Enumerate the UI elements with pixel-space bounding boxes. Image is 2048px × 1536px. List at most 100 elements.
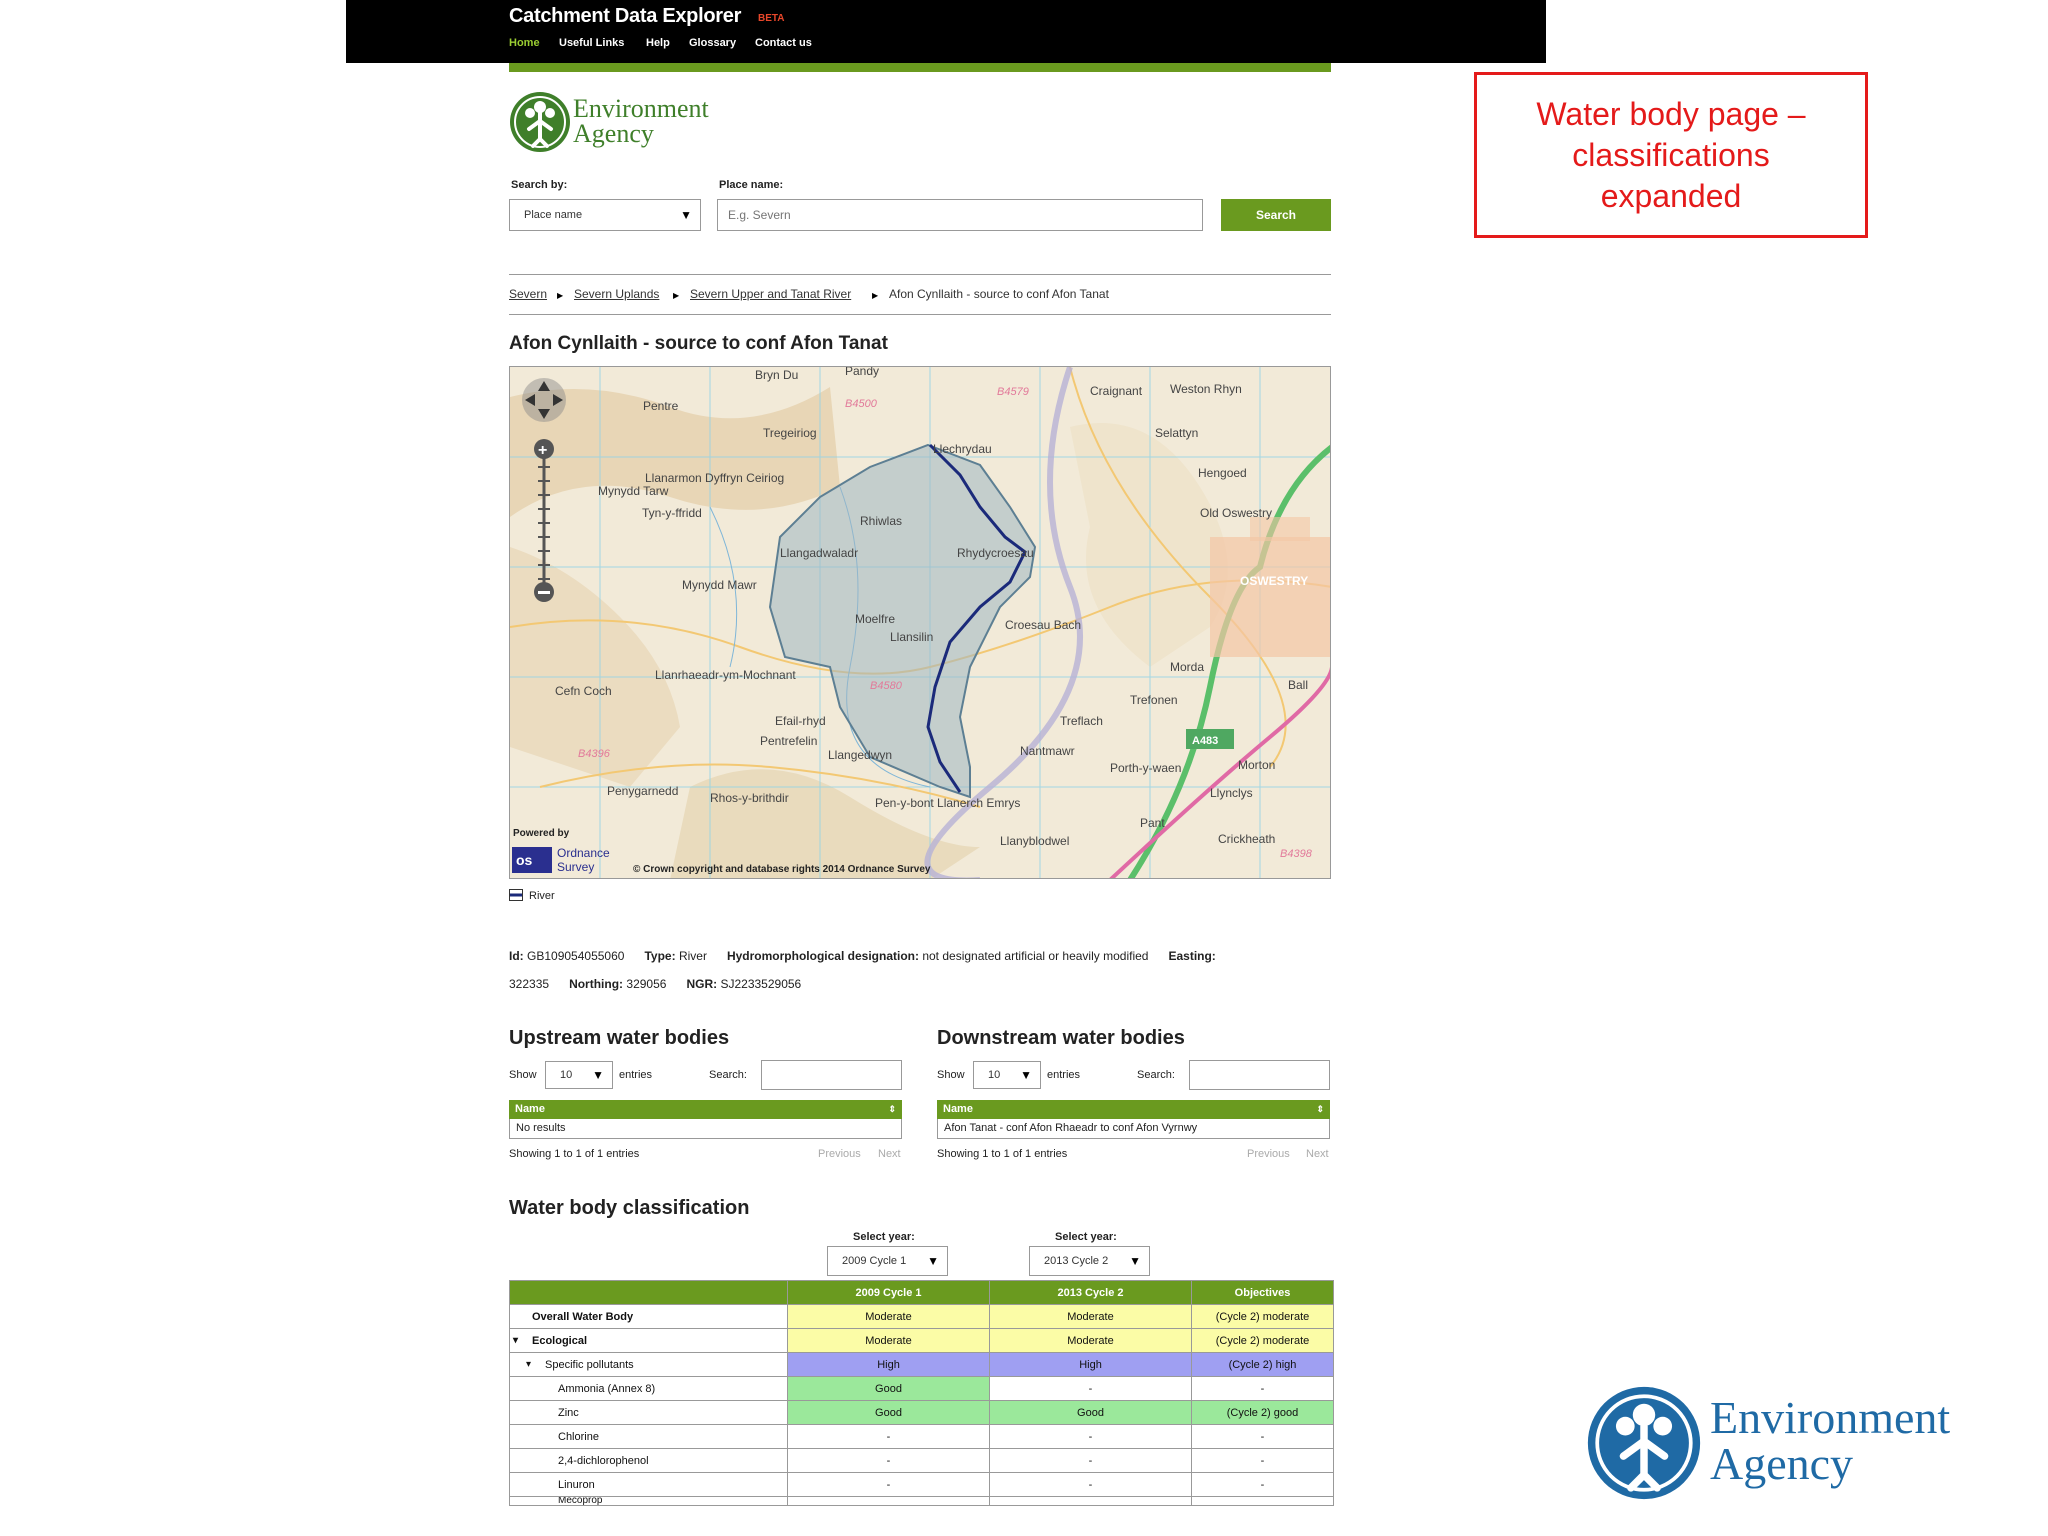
river-legend-icon: [509, 889, 523, 901]
nav-glossary[interactable]: Glossary: [689, 37, 736, 49]
classification-element-label: Zinc: [558, 1406, 579, 1419]
map-label: OSWESTRY: [1240, 574, 1308, 588]
nav-home[interactable]: Home: [509, 37, 540, 49]
dropdown-arrow-icon: ▼: [680, 208, 692, 222]
map-label: Tregeiriog: [763, 426, 817, 440]
classification-row: Chlorine - - -: [509, 1424, 1334, 1449]
search-button[interactable]: Search: [1221, 199, 1331, 231]
downstream-column-name[interactable]: Name ⇕: [937, 1100, 1330, 1119]
classification-row-name: Chlorine: [509, 1424, 788, 1449]
classification-element-label: Chlorine: [558, 1430, 599, 1443]
road-label: A483: [1192, 735, 1218, 747]
map-powered-by: Powered by: [513, 828, 570, 839]
classification-header-row: 2009 Cycle 1 2013 Cycle 2 Objectives: [509, 1280, 1334, 1305]
search-by-select[interactable]: Place name ▼: [509, 199, 701, 231]
breadcrumb-severn-upper-tanat[interactable]: Severn Upper and Tanat River: [690, 287, 851, 301]
map-label: Morda: [1170, 660, 1204, 674]
footer-logo-line2: Agency: [1710, 1438, 1854, 1489]
downstream-previous[interactable]: Previous: [1247, 1148, 1290, 1160]
map-label: Penygarnedd: [607, 784, 678, 798]
downstream-heading: Downstream water bodies: [937, 1027, 1185, 1049]
environment-agency-logo[interactable]: Environment Agency: [509, 91, 729, 155]
downstream-search-input[interactable]: [1189, 1060, 1330, 1090]
upstream-next[interactable]: Next: [878, 1148, 901, 1160]
upstream-show-label: Show: [509, 1069, 537, 1081]
ea-tree-icon: [1587, 1386, 1701, 1500]
downstream-row[interactable]: Afon Tanat - conf Afon Rhaeadr to conf A…: [937, 1119, 1330, 1139]
catchment-map[interactable]: Bryn Du Pandy Pentre Tregeiriog Llanarmo…: [509, 366, 1331, 879]
classification-objective-cell: -: [1191, 1424, 1334, 1449]
classification-cell: [989, 1496, 1192, 1506]
classification-cycle2-cell: -: [989, 1424, 1192, 1449]
breadcrumb-current: Afon Cynllaith - source to conf Afon Tan…: [889, 287, 1109, 301]
upstream-previous[interactable]: Previous: [818, 1148, 861, 1160]
map-label: Llangedwyn: [828, 748, 892, 762]
classification-element-label: 2,4-dichlorophenol: [558, 1454, 649, 1467]
classification-row[interactable]: ▾ Specific pollutants High High (Cycle 2) hi…: [509, 1352, 1334, 1377]
year-select-2[interactable]: 2013 Cycle 2 ▼: [1029, 1246, 1150, 1276]
map-label: Hengoed: [1198, 466, 1247, 480]
road-label: B4398: [1280, 848, 1313, 860]
map-label: Llynclys: [1210, 786, 1253, 800]
classification-row-name: ▾ Ecological: [509, 1328, 788, 1353]
map-label: Pentre: [643, 399, 679, 413]
water-body-attributes-2: 322335 Northing: 329056 NGR: SJ223352905…: [509, 977, 801, 991]
upstream-search-input[interactable]: [761, 1060, 902, 1090]
dropdown-arrow-icon: ▼: [1020, 1068, 1032, 1082]
map-copyright: © Crown copyright and database rights 20…: [633, 864, 931, 875]
map-label: Pen-y-bont Llanerch Emrys: [875, 796, 1020, 810]
easting-value: 322335: [509, 977, 550, 991]
classification-cycle2-cell: Moderate: [989, 1328, 1192, 1353]
breadcrumb-severn-uplands[interactable]: Severn Uplands: [574, 287, 659, 301]
breadcrumb-separator-icon: ▶: [872, 291, 879, 300]
classification-cycle1-cell: Good: [787, 1376, 990, 1401]
breadcrumb-severn[interactable]: Severn: [509, 287, 547, 301]
logo-line2: Agency: [573, 119, 654, 148]
classification-cycle2-cell: -: [989, 1376, 1192, 1401]
nav-contact-us[interactable]: Contact us: [755, 37, 812, 49]
downstream-col-name-label: Name: [943, 1103, 973, 1115]
map-canvas[interactable]: Bryn Du Pandy Pentre Tregeiriog Llanarmo…: [510, 367, 1331, 879]
beta-badge: BETA: [758, 13, 785, 24]
hmd-label: Hydromorphological designation:: [726, 949, 919, 963]
map-label: Croesau Bach: [1005, 618, 1081, 632]
water-body-attributes: Id: GB109054055060 Type: River Hydromorp…: [509, 949, 1216, 963]
classification-header-cycle2: 2013 Cycle 2: [989, 1280, 1192, 1305]
map-label: Treflach: [1060, 714, 1103, 728]
svg-text:os: os: [516, 852, 533, 868]
classification-objective-cell: (Cycle 2) high: [1191, 1352, 1334, 1377]
downstream-next[interactable]: Next: [1306, 1148, 1329, 1160]
classification-body: Overall Water Body Moderate Moderate (Cycle…: [509, 1304, 1334, 1506]
classification-header-cycle1: 2009 Cycle 1: [787, 1280, 990, 1305]
classification-cycle2-cell: High: [989, 1352, 1192, 1377]
map-label: Ball: [1288, 678, 1308, 692]
classification-row[interactable]: ▾ Ecological Moderate Moderate (Cycle 2) mod…: [509, 1328, 1334, 1353]
expand-toggle-icon[interactable]: ▾: [526, 1359, 531, 1370]
upstream-column-name[interactable]: Name ⇕: [509, 1100, 902, 1119]
classification-cycle2-cell: Good: [989, 1400, 1192, 1425]
northing-label: Northing:: [569, 977, 624, 991]
classification-table: 2009 Cycle 1 2013 Cycle 2 Objectives Ove…: [509, 1280, 1334, 1506]
nav-help[interactable]: Help: [646, 37, 670, 49]
classification-cycle1-cell: Good: [787, 1400, 990, 1425]
downstream-length-select[interactable]: 10 ▼: [973, 1061, 1041, 1089]
road-label: B4579: [997, 386, 1029, 398]
expand-toggle-icon[interactable]: ▾: [513, 1335, 518, 1346]
upstream-length-select[interactable]: 10 ▼: [545, 1061, 613, 1089]
search-by-value: Place name: [524, 209, 583, 221]
ea-tree-icon: [510, 92, 570, 152]
classification-objective-cell: (Cycle 2) moderate: [1191, 1304, 1334, 1329]
nav-useful-links[interactable]: Useful Links: [559, 37, 624, 49]
classification-row-name: Linuron: [509, 1472, 788, 1497]
classification-row: Mecoprop: [509, 1496, 1334, 1506]
dropdown-arrow-icon: ▼: [1129, 1254, 1141, 1268]
upstream-heading: Upstream water bodies: [509, 1027, 730, 1049]
classification-cycle1-cell: -: [787, 1448, 990, 1473]
map-label: Pant: [1140, 816, 1165, 830]
id-label: Id:: [509, 949, 524, 963]
app-title[interactable]: Catchment Data Explorer: [509, 5, 741, 28]
place-name-input[interactable]: [717, 199, 1203, 231]
sort-icon: ⇕: [1316, 1104, 1324, 1114]
year-select-1[interactable]: 2009 Cycle 1 ▼: [827, 1246, 948, 1276]
breadcrumb-separator-icon: ▶: [557, 291, 564, 300]
